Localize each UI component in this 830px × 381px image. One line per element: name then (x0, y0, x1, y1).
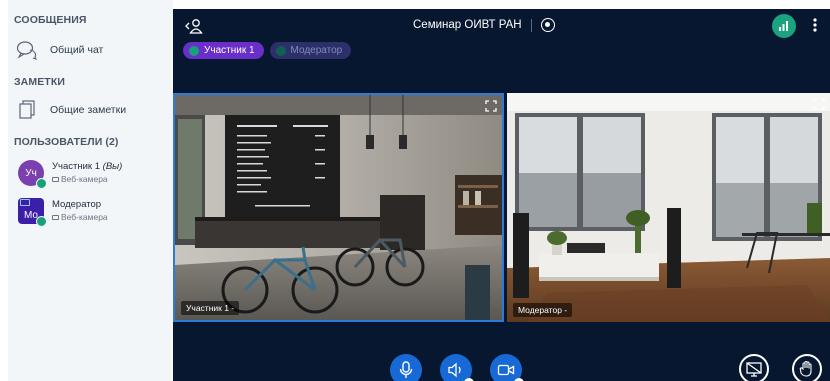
chat-bubble-icon (14, 39, 40, 61)
video-label: Модератор - (513, 303, 573, 317)
webcam-video (507, 93, 830, 322)
camera-icon (52, 214, 59, 220)
user-list-icon (185, 19, 203, 34)
camera-icon (497, 364, 515, 376)
screen-share-button[interactable] (739, 354, 769, 381)
kebab-menu-icon (813, 18, 817, 32)
fullscreen-icon[interactable] (813, 97, 825, 110)
webcam-status-dot (36, 178, 47, 189)
talking-name: Участник 1 (204, 45, 255, 56)
camera-button[interactable] (490, 354, 524, 381)
webcam-status-dot (36, 216, 47, 227)
hand-icon (799, 360, 812, 377)
user-name: Модератор (52, 199, 102, 210)
audio-button[interactable] (440, 354, 474, 381)
talking-chip-moderator: Модератор (269, 42, 352, 59)
microphone-icon (275, 45, 286, 56)
camera-icon (52, 176, 59, 182)
avatar-initials: Уч (25, 167, 37, 179)
user-status: Веб-камера (61, 174, 108, 184)
public-chat-label: Общий чат (50, 44, 104, 56)
talking-name: Модератор (290, 45, 343, 56)
connection-status-button[interactable] (772, 14, 796, 38)
self-tag: (Вы) (102, 161, 123, 172)
sidebar: СООБЩЕНИЯ Общий чат ЗАМЕТКИ Общие заметк… (8, 0, 173, 381)
record-button[interactable] (541, 18, 555, 32)
video-tile-participant[interactable]: Участник 1 - (173, 93, 504, 322)
fullscreen-icon[interactable] (485, 99, 497, 112)
screen-share-off-icon (746, 362, 762, 377)
messages-section-title: СООБЩЕНИЯ (14, 14, 87, 26)
title-divider (531, 19, 532, 32)
presenter-icon (20, 199, 30, 206)
user-item-moderator[interactable]: Mo Модератор Веб-камера (18, 198, 168, 228)
video-tile-moderator[interactable]: Модератор - (507, 93, 830, 322)
raise-hand-button[interactable] (792, 354, 822, 381)
user-name: Участник 1 (52, 161, 101, 172)
notes-section-title: ЗАМЕТКИ (14, 76, 65, 88)
microphone-icon (189, 45, 199, 56)
user-status: Веб-камера (61, 212, 108, 222)
meeting-area: Семинар ОИВТ РАН Участник 1 Модератор Уч… (173, 9, 830, 381)
notes-icon (14, 99, 40, 121)
microphone-button[interactable] (390, 354, 422, 381)
user-item-participant[interactable]: Уч Участник 1 (Вы) Веб-камера (18, 160, 168, 190)
meeting-title: Семинар ОИВТ РАН (413, 19, 522, 31)
avatar: Mo (18, 198, 47, 227)
webcam-video (175, 95, 502, 320)
microphone-icon (399, 361, 413, 378)
video-label: Участник 1 - (181, 301, 240, 315)
shared-notes-item[interactable]: Общие заметки (14, 96, 164, 124)
more-options-button[interactable] (809, 15, 821, 37)
avatar: Уч (18, 160, 47, 189)
top-bar: Семинар ОИВТ РАН (173, 9, 830, 43)
users-section-title: ПОЛЬЗОВАТЕЛИ (2) (14, 136, 119, 148)
talking-chip-participant: Участник 1 (183, 42, 264, 59)
shared-notes-label: Общие заметки (50, 104, 127, 116)
toggle-userlist-button[interactable] (183, 17, 205, 37)
signal-bars-icon (779, 21, 788, 31)
speaker-icon (448, 362, 461, 378)
public-chat-item[interactable]: Общий чат (14, 36, 164, 64)
talking-indicator: Участник 1 Модератор (183, 42, 352, 60)
